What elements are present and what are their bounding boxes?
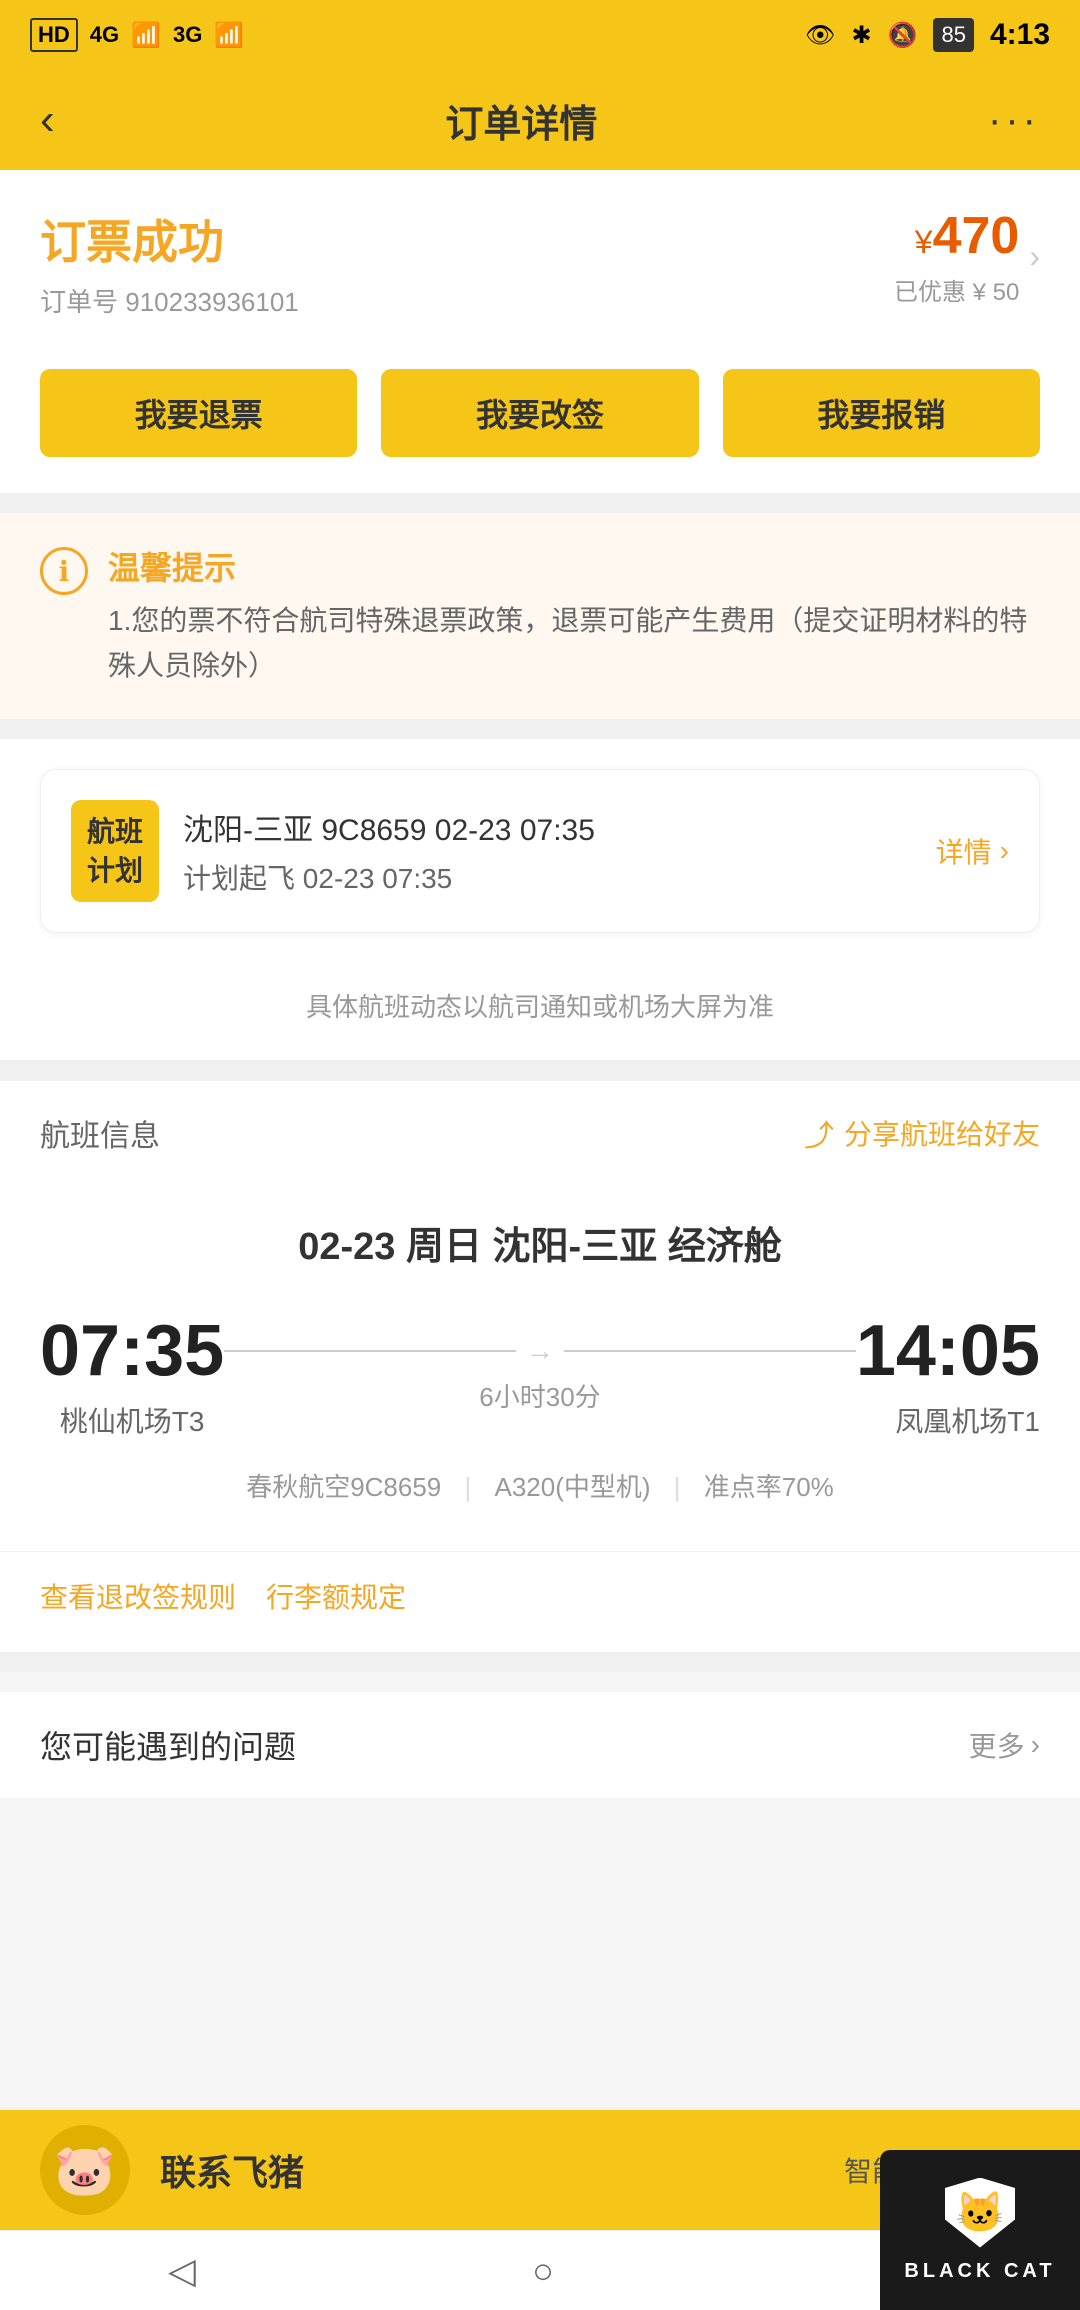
hd-label: HD (30, 18, 78, 52)
price-value: 470 (933, 207, 1020, 265)
signal-bars: 📶 (131, 21, 161, 50)
meta-divider-2: | (674, 1472, 688, 1502)
flight-meta: 春秋航空9C8659 | A320(中型机) | 准点率70% (40, 1464, 1040, 1511)
status-left: HD 4G 📶 3G 📶 (30, 18, 244, 52)
cat-icon: 🐱 (955, 2189, 1005, 2236)
success-title: 订票成功 (40, 206, 299, 272)
baggage-rule-link[interactable]: 行李额规定 (266, 1576, 406, 1616)
arrive-time-value: 14:05 (856, 1310, 1040, 1392)
duration-text: 6小时30分 (224, 1377, 856, 1414)
order-number: 订单号 910233936101 (40, 282, 299, 319)
currency-symbol: ¥ (915, 224, 933, 260)
contact-name: 联系飞猪 (160, 2144, 304, 2196)
badge-line2: 计划 (87, 851, 143, 890)
badge-line1: 航班 (87, 812, 143, 851)
rules-links-section: 查看退改签规则 行李额规定 (0, 1551, 1080, 1652)
arrive-airport: 凤凰机场T1 (856, 1400, 1040, 1440)
status-bar: HD 4G 📶 3G 📶 👁 ✱ 🔕 85 4:13 (0, 0, 1080, 70)
avatar-emoji: 🐷 (54, 2141, 116, 2200)
eye-icon: 👁 (805, 21, 835, 50)
black-cat-watermark: 🐱 BLACK CAT (880, 2150, 1080, 2310)
clock: 4:13 (990, 18, 1050, 52)
status-right: 👁 ✱ 🔕 85 4:13 (805, 18, 1050, 52)
signal-bars-2: 📶 (214, 21, 244, 50)
flight-notice: 具体航班动态以航司通知或机场大屏为准 (0, 963, 1080, 1060)
airline-info: 春秋航空9C8659 (246, 1472, 441, 1502)
meta-divider-1: | (465, 1472, 479, 1502)
departure-time-block: 07:35 桃仙机场T3 (40, 1310, 224, 1440)
refund-button[interactable]: 我要退票 (40, 369, 357, 457)
bottom-navigation: ◁ ○ □ 🐱 BLACK CAT (0, 2230, 1080, 2310)
flight-plan-badge: 航班 计划 (71, 800, 159, 902)
flight-detail-link[interactable]: 详情 › (936, 831, 1009, 871)
page-title: 订单详情 (445, 93, 597, 148)
4g-signal: 4G (90, 22, 119, 48)
rebook-button[interactable]: 我要改签 (381, 369, 698, 457)
depart-airport: 桃仙机场T3 (40, 1400, 224, 1440)
discount-label: 已优惠 ¥ 50 (894, 272, 1019, 307)
share-label: 分享航班给好友 (844, 1113, 1040, 1153)
nav-home-button[interactable]: ○ (502, 2240, 584, 2302)
price-arrow-icon[interactable]: › (1029, 238, 1040, 275)
warning-notice: ℹ 温馨提示 1.您的票不符合航司特殊退票政策，退票可能产生费用（提交证明材料的… (0, 513, 1080, 719)
3g-signal: 3G (173, 22, 202, 48)
page-header: ‹ 订单详情 ··· (0, 70, 1080, 170)
nav-back-button[interactable]: ◁ (138, 2240, 226, 2302)
more-arrow-icon: › (1031, 1729, 1040, 1761)
plan-departure-time: 计划起飞 02-23 07:35 (183, 857, 595, 897)
mute-icon: 🔕 (888, 21, 918, 50)
refund-rule-link[interactable]: 查看退改签规则 (40, 1576, 236, 1616)
faq-title: 您可能遇到的问题 (40, 1722, 296, 1768)
section-divider-4 (0, 1652, 1080, 1672)
detail-label: 详情 (936, 831, 992, 871)
back-button[interactable]: ‹ (40, 95, 55, 145)
shield-icon: 🐱 (945, 2178, 1015, 2248)
flight-info-title: 航班信息 (40, 1111, 160, 1155)
share-icon: ⤴ (804, 1111, 834, 1155)
flight-date-route: 02-23 周日 沈阳-三亚 经济舱 (40, 1215, 1040, 1270)
order-success-section: 订票成功 订单号 910233936101 ¥470 已优惠 ¥ 50 › (0, 170, 1080, 349)
section-divider-2 (0, 719, 1080, 739)
flight-info-header: 航班信息 ⤴ 分享航班给好友 (0, 1080, 1080, 1185)
bottom-spacer (0, 1798, 1080, 2018)
flight-plan-left: 航班 计划 沈阳-三亚 9C8659 02-23 07:35 计划起飞 02-2… (71, 800, 595, 902)
flight-plan-card: 航班 计划 沈阳-三亚 9C8659 02-23 07:35 计划起飞 02-2… (40, 769, 1040, 933)
faq-section: 您可能遇到的问题 更多 › (0, 1692, 1080, 1798)
flight-duration-block: → 6小时30分 (224, 1335, 856, 1414)
order-right: ¥470 已优惠 ¥ 50 › (894, 206, 1040, 307)
arrival-time-block: 14:05 凤凰机场T1 (856, 1310, 1040, 1440)
warning-title: 温馨提示 (108, 543, 1040, 589)
bluetooth-icon: ✱ (851, 21, 871, 50)
invoice-button[interactable]: 我要报销 (723, 369, 1040, 457)
battery-indicator: 85 (933, 18, 973, 52)
action-buttons-row: 我要退票 我要改签 我要报销 (0, 349, 1080, 493)
section-divider-1 (0, 493, 1080, 513)
flight-times-row: 07:35 桃仙机场T3 → 6小时30分 14:05 凤凰机场T1 (40, 1310, 1040, 1440)
flight-details: 02-23 周日 沈阳-三亚 经济舱 07:35 桃仙机场T3 → 6小时30分… (0, 1185, 1080, 1551)
warning-text: 1.您的票不符合航司特殊退票政策，退票可能产生费用（提交证明材料的特殊人员除外） (108, 599, 1040, 689)
order-price-info: ¥470 已优惠 ¥ 50 (894, 206, 1019, 307)
total-price: ¥470 (894, 206, 1019, 266)
ontime-rate: 准点率70% (704, 1472, 834, 1502)
more-button[interactable]: ··· (988, 98, 1040, 143)
order-left: 订票成功 订单号 910233936101 (40, 206, 299, 319)
depart-time-value: 07:35 (40, 1310, 224, 1392)
flight-route: 沈阳-三亚 9C8659 02-23 07:35 (183, 805, 595, 849)
flight-plan-info: 沈阳-三亚 9C8659 02-23 07:35 计划起飞 02-23 07:3… (183, 805, 595, 897)
aircraft-info: A320(中型机) (494, 1472, 650, 1502)
detail-arrow-icon: › (1000, 835, 1009, 867)
duration-line: → (224, 1335, 856, 1367)
black-cat-label: BLACK CAT (904, 2260, 1055, 2283)
line-right (564, 1350, 856, 1352)
info-icon: ℹ (40, 547, 88, 595)
line-left (224, 1350, 516, 1352)
flight-plan-section: 航班 计划 沈阳-三亚 9C8659 02-23 07:35 计划起飞 02-2… (0, 739, 1080, 963)
section-divider-3 (0, 1060, 1080, 1080)
warning-content: 温馨提示 1.您的票不符合航司特殊退票政策，退票可能产生费用（提交证明材料的特殊… (108, 543, 1040, 689)
share-button[interactable]: ⤴ 分享航班给好友 (804, 1111, 1040, 1155)
plane-icon: → (526, 1335, 554, 1367)
more-label: 更多 (969, 1725, 1025, 1765)
contact-avatar: 🐷 (40, 2125, 130, 2215)
more-faq-link[interactable]: 更多 › (969, 1725, 1040, 1765)
